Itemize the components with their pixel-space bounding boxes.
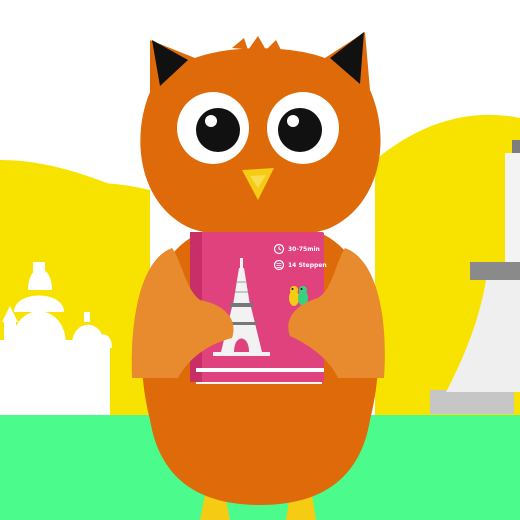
illustration-scene: 30-75min 14 Steppen bbox=[0, 0, 520, 520]
book-steps: 14 Steppen bbox=[288, 262, 327, 269]
owl-illustration: 30-75min 14 Steppen bbox=[0, 0, 520, 520]
owl-eye-left bbox=[177, 92, 249, 164]
book-duration: 30-75min bbox=[288, 246, 320, 253]
book-page-line bbox=[196, 368, 324, 372]
owl-eye-right bbox=[267, 92, 339, 164]
